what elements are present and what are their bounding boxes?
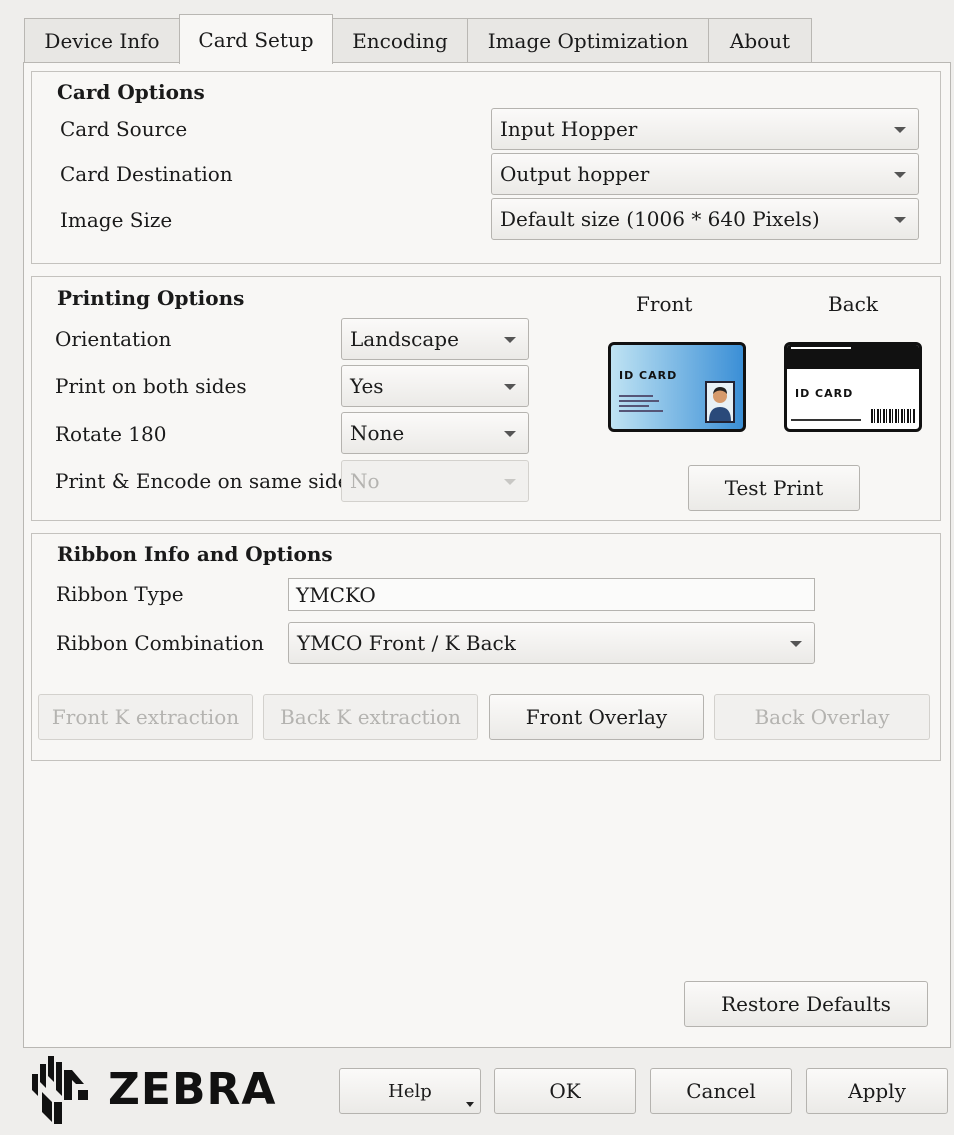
- printing-options-title: Printing Options: [57, 286, 245, 310]
- both-sides-value: Yes: [350, 374, 384, 398]
- tab-label: Image Optimization: [487, 28, 689, 53]
- card-destination-value: Output hopper: [500, 162, 650, 186]
- card-destination-select[interactable]: Output hopper: [491, 153, 919, 195]
- back-card-text: ID CARD: [795, 387, 854, 400]
- help-label: Help: [388, 1080, 432, 1102]
- tab-encoding[interactable]: Encoding: [332, 18, 468, 62]
- menu-arrow-icon: [466, 1102, 474, 1107]
- card-source-value: Input Hopper: [500, 117, 638, 141]
- chevron-down-icon: [504, 384, 516, 390]
- brand-name: ZEBRA: [108, 1064, 277, 1115]
- orientation-value: Landscape: [350, 327, 459, 351]
- rotate-label: Rotate 180: [55, 422, 167, 446]
- front-k-extraction-button[interactable]: Front K extraction: [38, 694, 253, 740]
- cancel-button[interactable]: Cancel: [650, 1068, 792, 1114]
- photo-icon: [705, 381, 735, 423]
- zebra-logo: ZEBRA: [28, 1052, 294, 1132]
- card-text-line: [619, 395, 653, 397]
- tab-label: Encoding: [352, 28, 448, 53]
- ribbon-combination-value: YMCO Front / K Back: [297, 631, 516, 655]
- ribbon-type-value: YMCKO: [296, 582, 376, 607]
- tab-image-optimization[interactable]: Image Optimization: [467, 18, 709, 62]
- both-sides-label: Print on both sides: [55, 374, 247, 398]
- ribbon-combination-select[interactable]: YMCO Front / K Back: [288, 622, 815, 664]
- image-size-select[interactable]: Default size (1006 * 640 Pixels): [491, 198, 919, 240]
- front-card-preview: ID CARD: [608, 342, 746, 432]
- chevron-down-icon: [504, 337, 516, 343]
- chevron-down-icon: [504, 479, 516, 485]
- stripe-text-line: [791, 347, 851, 349]
- back-k-extraction-button[interactable]: Back K extraction: [263, 694, 478, 740]
- tab-label: Device Info: [44, 28, 160, 53]
- card-options-title: Card Options: [57, 80, 205, 104]
- tab-device-info[interactable]: Device Info: [24, 18, 180, 62]
- back-card-preview: ID CARD: [784, 342, 922, 432]
- card-text-line: [791, 419, 861, 421]
- help-button[interactable]: Help: [339, 1068, 481, 1114]
- orientation-select[interactable]: Landscape: [341, 318, 529, 360]
- same-side-value: No: [350, 469, 380, 493]
- ribbon-type-field: YMCKO: [288, 578, 815, 611]
- card-source-label: Card Source: [60, 117, 188, 141]
- chevron-down-icon: [894, 172, 906, 178]
- tab-card-setup[interactable]: Card Setup: [179, 14, 333, 64]
- front-label: Front: [636, 292, 693, 316]
- same-side-select[interactable]: No: [341, 460, 529, 502]
- ok-button[interactable]: OK: [494, 1068, 636, 1114]
- ribbon-type-label: Ribbon Type: [56, 582, 184, 606]
- image-size-label: Image Size: [60, 208, 173, 232]
- card-text-line: [619, 405, 649, 407]
- front-overlay-button[interactable]: Front Overlay: [489, 694, 704, 740]
- back-label: Back: [828, 292, 878, 316]
- front-card-text: ID CARD: [619, 369, 678, 382]
- tab-label: Card Setup: [198, 27, 314, 52]
- chevron-down-icon: [894, 217, 906, 223]
- ribbon-options-title: Ribbon Info and Options: [57, 542, 333, 566]
- rotate-value: None: [350, 421, 405, 445]
- back-overlay-button[interactable]: Back Overlay: [714, 694, 930, 740]
- same-side-label: Print & Encode on same side: [55, 469, 350, 493]
- both-sides-select[interactable]: Yes: [341, 365, 529, 407]
- barcode-icon: [871, 409, 915, 423]
- apply-button[interactable]: Apply: [806, 1068, 948, 1114]
- rotate-select[interactable]: None: [341, 412, 529, 454]
- tab-about[interactable]: About: [708, 18, 812, 62]
- chevron-down-icon: [894, 127, 906, 133]
- chevron-down-icon: [790, 641, 802, 647]
- card-text-line: [619, 400, 659, 402]
- orientation-label: Orientation: [55, 327, 172, 351]
- card-destination-label: Card Destination: [60, 162, 233, 186]
- tab-label: About: [729, 28, 791, 53]
- image-size-value: Default size (1006 * 640 Pixels): [500, 207, 820, 231]
- card-source-select[interactable]: Input Hopper: [491, 108, 919, 150]
- chevron-down-icon: [504, 431, 516, 437]
- restore-defaults-button[interactable]: Restore Defaults: [684, 981, 928, 1027]
- ribbon-combination-label: Ribbon Combination: [56, 631, 265, 655]
- test-print-button[interactable]: Test Print: [688, 465, 860, 511]
- card-text-line: [619, 410, 663, 412]
